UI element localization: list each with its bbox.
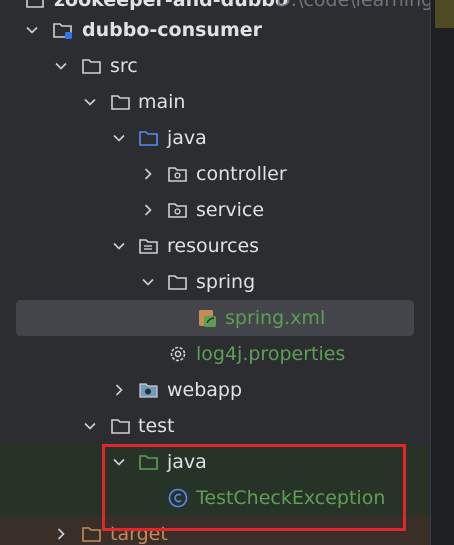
tree-row-label: controller [196, 163, 287, 185]
tree-row-label: webapp [167, 379, 243, 401]
tree-row-label: java [167, 451, 207, 473]
tree-row-spring[interactable]: spring [0, 264, 430, 300]
chevron-right-icon[interactable] [138, 200, 158, 220]
chevron-down-icon[interactable] [138, 272, 158, 292]
chevron-down-icon[interactable] [22, 20, 42, 40]
tree-row-label: resources [167, 235, 260, 257]
tree-row-main[interactable]: main [0, 84, 430, 120]
tree-row-src[interactable]: src [0, 48, 430, 84]
tree-row-java-main[interactable]: java [0, 120, 430, 156]
tree-row-controller[interactable]: controller [0, 156, 430, 192]
chevron-down-icon[interactable] [80, 416, 100, 436]
tree-row-label: src [110, 55, 138, 77]
editor-edge [430, 0, 454, 545]
tree-row-resources[interactable]: resources [0, 228, 430, 264]
tree-row-label: service [196, 199, 265, 221]
web-folder-icon [138, 379, 160, 401]
tree-row-dubbo-consumer[interactable]: dubbo-consumer [0, 12, 430, 48]
chevron-right-icon[interactable] [138, 164, 158, 184]
chevron-down-icon[interactable] [109, 236, 129, 256]
chevron-right-icon[interactable] [51, 524, 71, 544]
project-tree: zookeeper-and-dubbo D:\code\learning dub… [0, 0, 430, 545]
tree-row-label: TestCheckException [196, 487, 386, 509]
excluded-folder-icon [81, 523, 103, 545]
tree-row-java-test[interactable]: java [0, 444, 430, 480]
chevron-down-icon[interactable] [109, 452, 129, 472]
tree-row-service[interactable]: service [0, 192, 430, 228]
package-icon [167, 199, 189, 221]
folder-icon [167, 271, 189, 293]
tree-row-label: test [138, 415, 175, 437]
resources-folder-icon [138, 235, 160, 257]
folder-icon [110, 415, 132, 437]
package-icon [167, 163, 189, 185]
folder-icon [110, 91, 132, 113]
chevron-down-icon[interactable] [80, 92, 100, 112]
tree-row-label: log4j.properties [196, 343, 346, 365]
tree-row-label: spring [196, 271, 256, 293]
tree-row-label: target [110, 523, 168, 545]
chevron-right-icon[interactable] [109, 380, 129, 400]
project-root-label: zookeeper-and-dubbo [54, 0, 289, 11]
tree-row-testcheckexception[interactable]: TestCheckException [0, 480, 430, 516]
source-root-folder-icon [138, 127, 160, 149]
test-root-folder-icon [138, 451, 160, 473]
module-folder-icon [24, 0, 46, 11]
tree-row-label: spring.xml [225, 307, 326, 329]
properties-gear-icon [167, 343, 189, 365]
module-folder-icon [52, 19, 74, 41]
tree-row-test[interactable]: test [0, 408, 430, 444]
folder-icon [81, 55, 103, 77]
tree-row-webapp[interactable]: webapp [0, 372, 430, 408]
tree-row-log4j-properties[interactable]: log4j.properties [0, 336, 430, 372]
tree-row-label: main [138, 91, 186, 113]
project-root-path: D:\code\learning [276, 0, 430, 11]
gutter-marker [435, 0, 454, 28]
tree-row-spring-xml[interactable]: spring.xml [0, 300, 430, 336]
tree-row-label: dubbo-consumer [82, 19, 262, 41]
chevron-down-icon[interactable] [51, 56, 71, 76]
chevron-down-icon[interactable] [109, 128, 129, 148]
tree-row-target[interactable]: target [0, 516, 430, 545]
tree-row-label: java [167, 127, 207, 149]
java-class-icon [167, 487, 189, 509]
spring-xml-icon [196, 307, 218, 329]
